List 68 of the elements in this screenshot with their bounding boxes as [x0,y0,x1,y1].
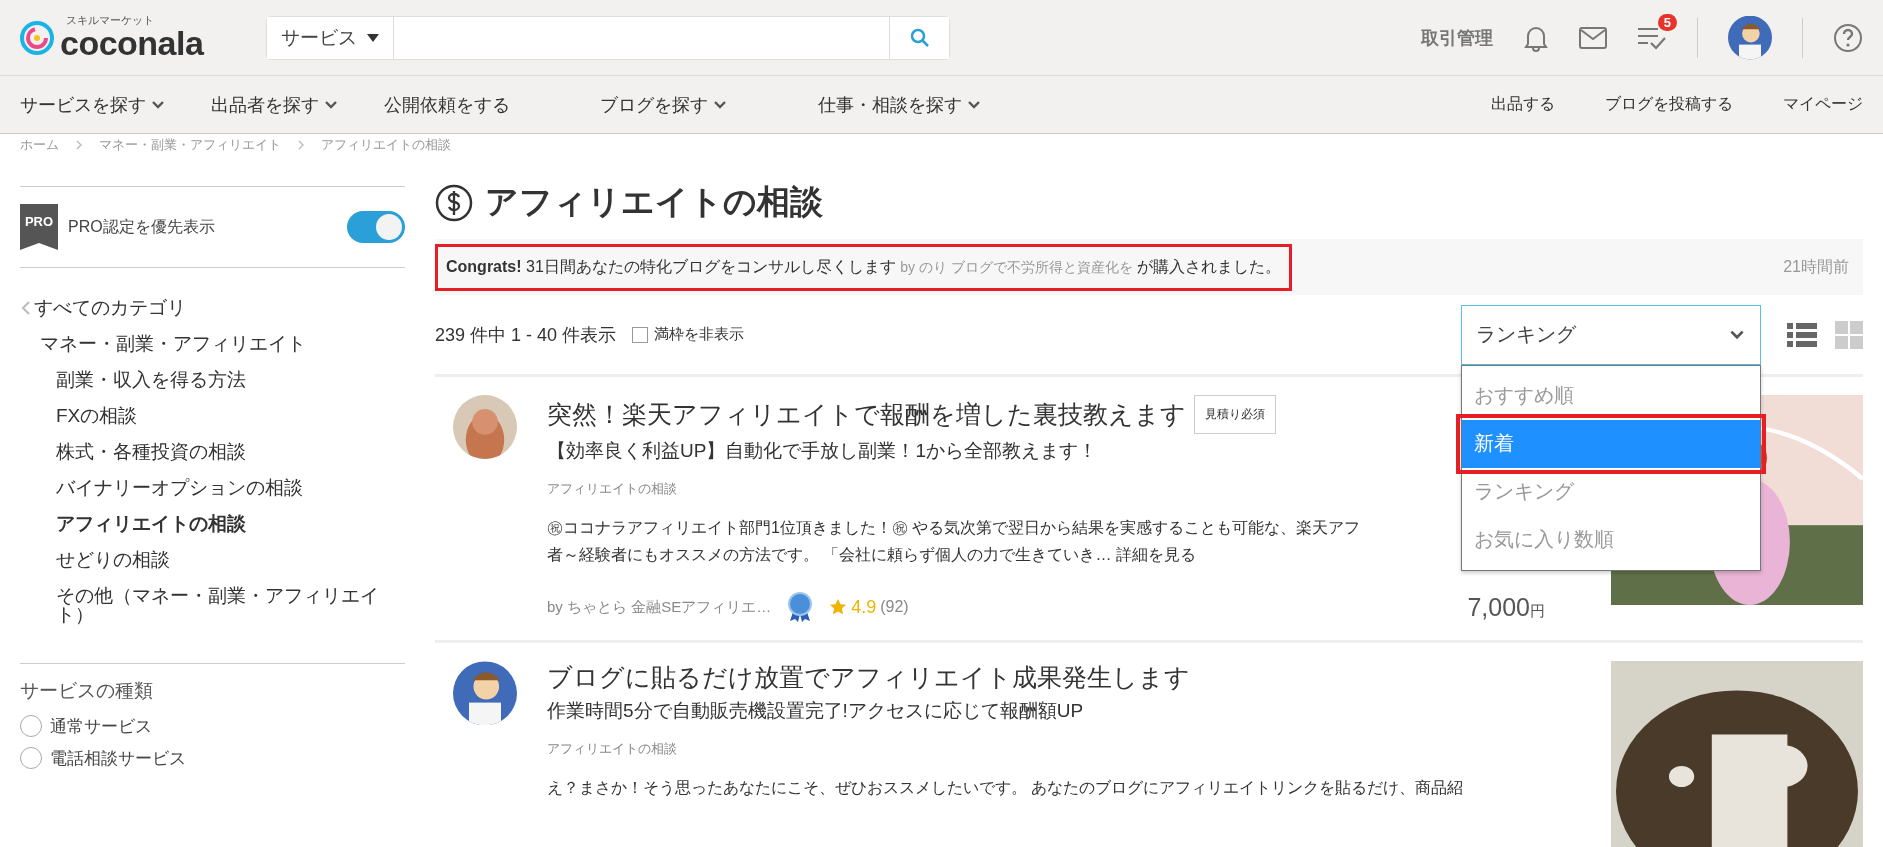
chevron-right-icon [297,139,305,151]
logo-icon [20,20,54,55]
service-title[interactable]: 突然！楽天アフィリエイトで報酬を増した裏技教えます [547,398,1186,431]
notice-text: Congrats! 31日間あなたの特化ブログをコンサルし尽くします by のり ブログで不労所得と資産化を が購入されました。 [435,243,1293,291]
nav-link[interactable]: ブログを投稿する [1605,94,1733,115]
review-count: (92) [880,598,909,617]
search-icon [909,27,930,48]
result-count: 239 件中 1 - 40 件表示 [435,323,617,347]
price: 7,000円 [1467,592,1545,622]
pro-filter-label: PRO認定を優先表示 [68,216,215,237]
nav-link[interactable]: マイページ [1783,94,1863,115]
toggle-switch[interactable] [347,211,405,243]
rating-value: 4.9 [851,596,877,618]
radio-option[interactable]: 通常サービス [20,710,405,743]
search-button[interactable] [889,16,949,59]
category-link[interactable]: 副業・収入を得る方法 [20,361,405,398]
sort-select[interactable]: ランキング [1461,304,1761,365]
nav-link[interactable]: サービスを探す [20,92,166,117]
nav-link[interactable]: 出品者を探す [211,92,339,117]
category-label: アフィリエイトの相談 [547,740,677,759]
section-title: サービスの種類 [20,679,154,704]
description-line: ㊗ココナラアフィリエイト部門1位頂きました！㊗ やる気次第で翌日から結果を実感することも可能な、楽天アフ [547,518,1361,538]
checklist-icon[interactable] [1637,25,1667,50]
dollar-icon [435,183,473,222]
chevron-right-icon [75,139,83,151]
service-title[interactable]: ブログに貼るだけ放置でアフィリエイト成果発生します [547,661,1190,695]
category-link[interactable]: FXの相談 [20,397,405,434]
category-link[interactable]: せどりの相談 [20,541,405,578]
nav-link[interactable]: ブログを探す [600,92,728,117]
description-line: え？まさか！そう思ったあなたにこそ、ぜひおススメしたいです。 あなたのブログにアフィリエイトリンクを貼るだけ、商品紹 [547,778,1464,799]
logo-wordmark: coconala [60,26,204,60]
category-link[interactable]: すべてのカテゴリ [20,290,405,326]
service-subtitle: 【効率良く利益UP】自動化で手放し副業！1から全部教えます！ [547,439,1097,463]
chevron-left-icon [20,299,32,316]
page-title: アフィリエイトの相談 [485,182,823,222]
hide-full-checkbox[interactable]: 満枠を非表示 [632,325,745,344]
logo-tagline: スキルマーケット [66,15,155,26]
category-dropdown[interactable]: サービス [267,16,394,59]
pro-badge: PRO [20,204,58,250]
radio-button[interactable] [20,747,42,770]
category-link[interactable]: 株式・各種投資の相談 [20,433,405,470]
avatar[interactable] [1728,15,1772,60]
nav-link[interactable]: 公開依頼をする [384,92,510,117]
category-link[interactable]: マネー・副業・アフィリエイト [20,325,405,362]
category-link[interactable]: その他（マネー・副業・アフィリエイト） [20,577,405,634]
caret-icon [367,33,379,42]
more-link[interactable]: 詳細を見る [1115,546,1196,564]
notification-badge: 5 [1657,13,1677,31]
nav-link[interactable]: 仕事・相談を探す [818,92,982,117]
category-link[interactable]: バイナリーオプションの相談 [20,469,405,506]
star-icon [829,598,848,617]
seller-name[interactable]: by ちゃとら 金融SEアフィリエ… [547,597,772,617]
transactions-link[interactable]: 取引管理 [1421,25,1493,50]
medal-icon [787,592,814,623]
description-line: 者～経験者にもオススメの方法です。 「会社に頼らず個人の力で生きていき… 詳細を見る [547,545,1196,566]
category-label: アフィリエイトの相談 [547,480,677,498]
checkbox[interactable] [632,326,649,343]
nav-link[interactable]: 出品する [1491,94,1555,115]
category-link[interactable]: アフィリエイトの相談 [20,505,405,542]
search-field[interactable]: サービス [266,15,950,60]
service-subtitle: 作業時間5分で自動販売機設置完了!アクセスに応じて報酬額UP [547,699,1084,724]
notice-time: 21時間前 [1783,256,1850,277]
quote-tag: 見積り必須 [1194,395,1276,434]
list-view-icon[interactable] [1787,320,1817,349]
radio-option[interactable]: 電話相談サービス [20,742,405,775]
radio-button[interactable] [20,715,42,738]
mail-icon[interactable] [1579,26,1607,49]
help-icon[interactable] [1833,22,1863,53]
